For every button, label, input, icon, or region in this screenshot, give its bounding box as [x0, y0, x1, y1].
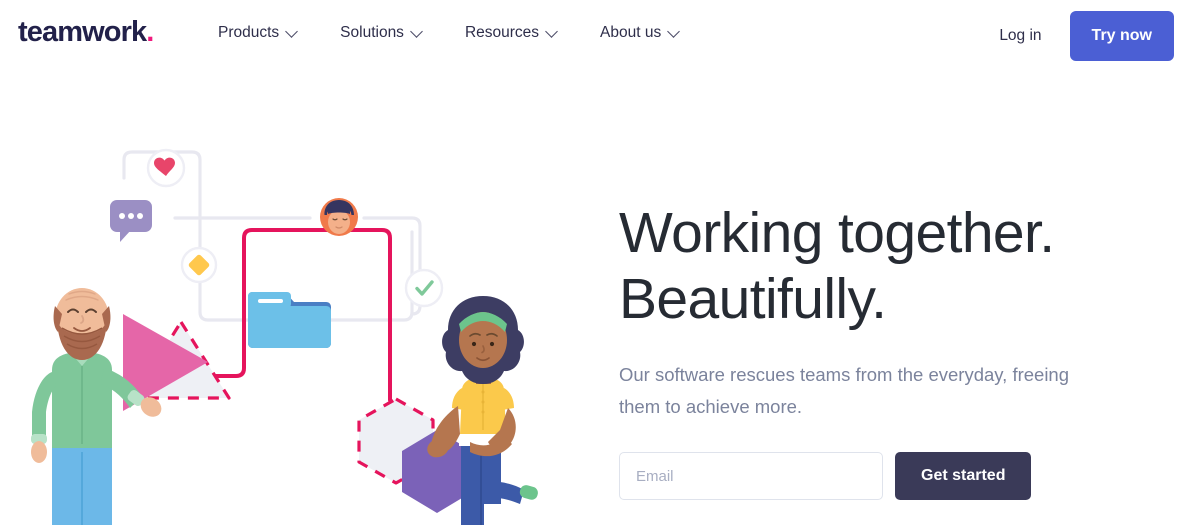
- teamwork-logo[interactable]: teamwork.: [18, 16, 154, 48]
- diamond-icon: [180, 246, 218, 284]
- nav-item-about-us[interactable]: About us: [600, 20, 680, 46]
- login-link[interactable]: Log in: [999, 27, 1041, 45]
- folder-icon: [248, 292, 331, 348]
- chevron-down-icon: [412, 26, 423, 37]
- avatar-icon: [320, 198, 358, 236]
- heart-icon: [146, 148, 186, 188]
- headline-line-1: Working together.: [619, 201, 1055, 265]
- site-header: teamwork. Products Solutions Resources A…: [0, 0, 1194, 72]
- chevron-down-icon: [287, 26, 298, 37]
- nav-label: Solutions: [340, 24, 404, 41]
- nav-label: About us: [600, 24, 662, 41]
- check-circle-icon: [404, 268, 444, 308]
- chevron-down-icon: [547, 26, 558, 37]
- nav-item-solutions[interactable]: Solutions: [340, 20, 423, 46]
- landing-page: teamwork. Products Solutions Resources A…: [0, 0, 1194, 525]
- nav-item-resources[interactable]: Resources: [465, 20, 558, 46]
- header-actions: Log in Try now: [999, 11, 1174, 61]
- hero-illustration: [0, 100, 600, 525]
- nav-item-products[interactable]: Products: [218, 20, 298, 46]
- nav-label: Resources: [464, 24, 540, 41]
- main-navigation: Products Solutions Resources About us: [218, 20, 680, 46]
- logo-dot: .: [146, 16, 154, 48]
- try-now-button[interactable]: Try now: [1069, 11, 1174, 61]
- chat-bubble-icon: [110, 200, 152, 242]
- page-title: Working together. Beautifully.: [619, 200, 1159, 332]
- chevron-down-icon: [669, 26, 680, 37]
- hero-content: Working together. Beautifully. Our softw…: [619, 200, 1159, 423]
- nav-label: Products: [218, 24, 280, 41]
- headline-line-2: Beautifully.: [619, 267, 887, 332]
- logo-text: teamwork: [18, 16, 147, 48]
- email-input[interactable]: [619, 452, 883, 500]
- signup-form: Get started: [619, 452, 1032, 500]
- get-started-button[interactable]: Get started: [895, 452, 1032, 500]
- character-man: [31, 288, 162, 525]
- hero-subheading: Our software rescues teams from the ever…: [619, 364, 1070, 418]
